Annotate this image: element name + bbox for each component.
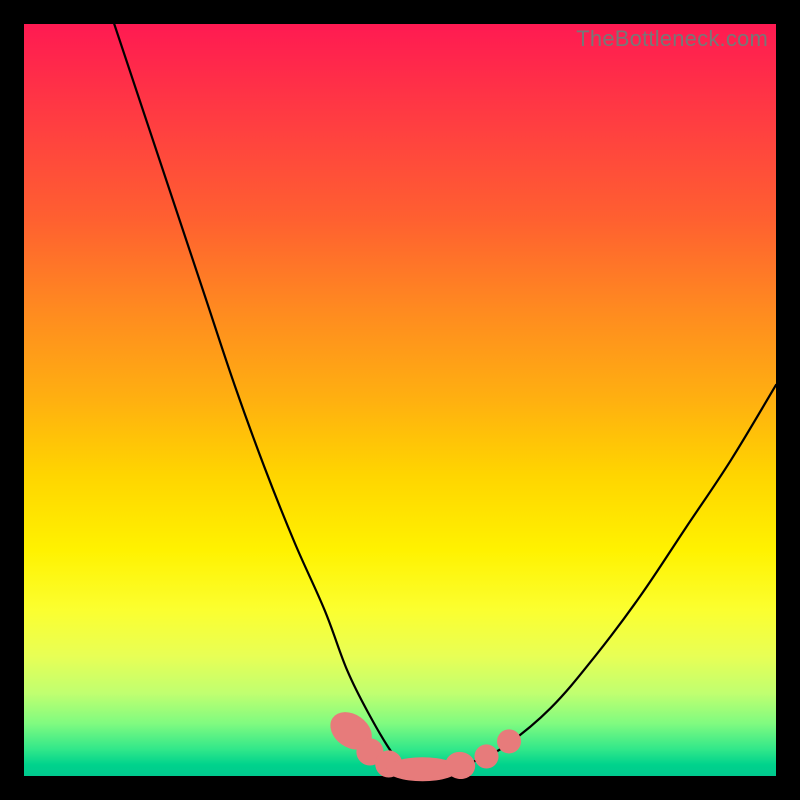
plot-area: TheBottleneck.com	[24, 24, 776, 776]
chart-frame: TheBottleneck.com	[0, 0, 800, 800]
curve-layer	[24, 24, 776, 776]
curve-marker	[474, 744, 498, 768]
curve-marker	[497, 729, 521, 753]
bottleneck-curve	[114, 24, 776, 770]
curve-markers	[323, 704, 521, 781]
